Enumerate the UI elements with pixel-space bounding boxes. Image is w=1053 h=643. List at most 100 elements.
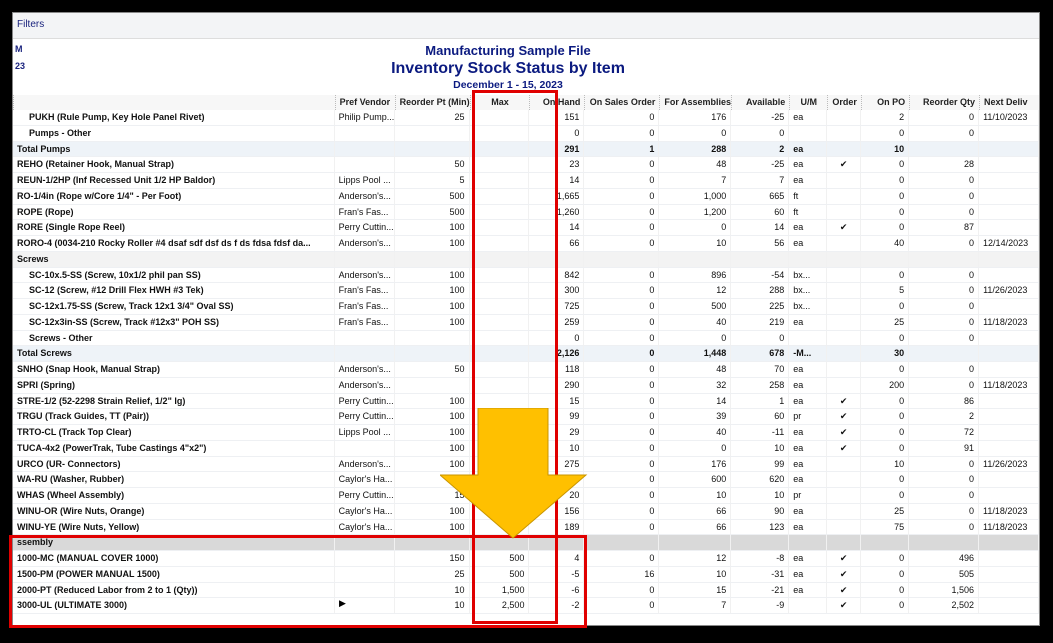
report-title: Inventory Stock Status by Item	[391, 60, 625, 77]
cell	[979, 173, 1039, 188]
cell: -25	[731, 157, 790, 172]
cell	[827, 283, 862, 298]
column-header[interactable]: U/M	[789, 95, 827, 110]
cell	[827, 236, 862, 251]
cell: 0	[909, 503, 980, 519]
cell	[979, 251, 1039, 267]
cell: ea	[789, 503, 828, 519]
cell	[335, 125, 395, 141]
cell	[909, 141, 980, 157]
item-name: Total Screws	[13, 346, 335, 361]
item-name: WA-RU (Washer, Rubber)	[13, 472, 335, 487]
cell: 1,448	[659, 346, 732, 361]
cell: 100	[395, 299, 470, 314]
cell: 7	[731, 173, 790, 188]
cell: 0	[861, 362, 910, 377]
item-name: TRTO-CL (Track Top Clear)	[13, 425, 335, 440]
cell: 12	[659, 283, 732, 298]
cell: 16	[584, 566, 660, 582]
column-header[interactable]: For Assemblies	[659, 95, 731, 110]
cell: 25	[861, 503, 910, 519]
cell: 60	[731, 409, 790, 424]
cell: 0	[584, 488, 660, 503]
cell: 0	[861, 173, 910, 188]
cell: 30	[861, 346, 910, 361]
checkmark-icon: ✔	[827, 220, 862, 235]
column-header[interactable]	[13, 95, 335, 110]
cell	[827, 141, 862, 157]
cell: 0	[584, 519, 660, 535]
item-name: RORO-4 (0034-210 Rocky Roller #4 dsaf sd…	[13, 236, 335, 251]
cell: 0	[659, 220, 732, 235]
cell: 0	[861, 409, 910, 424]
cell	[827, 267, 862, 283]
cell: 39	[659, 409, 732, 424]
cell: 100	[395, 283, 470, 298]
cell	[827, 251, 862, 267]
cell: 0	[861, 582, 910, 598]
filters-label[interactable]: Filters	[17, 19, 44, 30]
cell: ft	[789, 204, 828, 220]
column-header[interactable]: On Sales Order	[584, 95, 659, 110]
cell: 28	[909, 157, 980, 172]
cell: 7	[659, 173, 732, 188]
cell: ea	[789, 566, 828, 582]
cell	[659, 251, 732, 267]
filters-bar[interactable]: Filters	[13, 13, 1039, 39]
column-header[interactable]: Reorder Qty	[909, 95, 979, 110]
column-header[interactable]: Next Deliv	[979, 95, 1039, 110]
cell: 500	[395, 204, 470, 220]
cell	[909, 251, 980, 267]
cell: 5	[861, 283, 910, 298]
cell: ea	[789, 440, 828, 456]
cell: 12	[659, 551, 732, 566]
column-header[interactable]: Available	[731, 95, 789, 110]
cell: 56	[731, 236, 790, 251]
cell: 0	[909, 456, 980, 472]
column-header[interactable]: Reorder Pt (Min)	[394, 95, 470, 110]
cell: bx...	[789, 283, 828, 298]
column-header[interactable]: Pref Vendor	[334, 95, 395, 110]
cell: 0	[861, 204, 910, 220]
checkmark-icon: ✔	[827, 598, 862, 613]
cell: Philip Pump...	[335, 110, 395, 125]
cell: 0	[861, 566, 910, 582]
cell: ea	[789, 141, 828, 157]
item-name: PUKH (Rule Pump, Key Hole Panel Rivet)	[13, 110, 335, 125]
cell: 7	[659, 598, 732, 613]
cell: -11	[731, 425, 790, 440]
cell	[395, 346, 470, 361]
cell	[979, 188, 1039, 204]
cell: 0	[584, 173, 660, 188]
cell: ea	[789, 519, 828, 535]
cell	[861, 251, 910, 267]
item-name: SC-10x.5-SS (Screw, 10x1/2 phil pan SS)	[13, 267, 335, 283]
cell: 0	[861, 125, 910, 141]
cell: 176	[659, 456, 732, 472]
cell: -8	[731, 551, 790, 566]
cell: 100	[395, 314, 470, 330]
column-header[interactable]: On PO	[861, 95, 909, 110]
cell: 0	[909, 236, 980, 251]
cell: -9	[731, 598, 790, 613]
cell	[827, 330, 862, 346]
column-header[interactable]: Order	[827, 95, 861, 110]
cell: 100	[395, 236, 470, 251]
cell: 0	[861, 598, 910, 613]
cell: 0	[909, 362, 980, 377]
item-name: STRE-1/2 (52-2298 Strain Relief, 1/2" lg…	[13, 393, 335, 409]
cell: ea	[789, 157, 828, 172]
cell: ft	[789, 188, 828, 204]
cell: 14	[659, 393, 732, 409]
cell	[827, 346, 862, 361]
cell: 0	[731, 330, 790, 346]
cell: 11/26/2023	[979, 456, 1039, 472]
cell: 0	[861, 472, 910, 487]
cell: 14	[731, 220, 790, 235]
cell: 11/18/2023	[979, 377, 1039, 393]
cell: 40	[659, 425, 732, 440]
cell: 0	[584, 598, 660, 613]
cell: Anderson's...	[335, 267, 395, 283]
cell: 0	[584, 220, 660, 235]
cell: ea	[789, 551, 828, 566]
